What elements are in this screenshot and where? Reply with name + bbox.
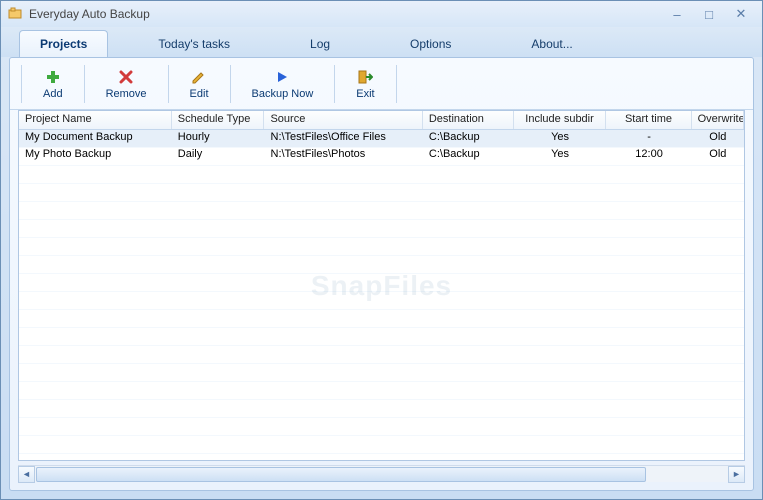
toolbar-separator xyxy=(21,65,22,103)
toolbar-separator xyxy=(230,65,231,103)
close-button[interactable]: ✕ xyxy=(732,7,750,21)
toolbar-separator xyxy=(334,65,335,103)
table-cell: N:\TestFiles\Office Files xyxy=(265,130,423,147)
window-title: Everyday Auto Backup xyxy=(29,7,668,21)
toolbar-separator xyxy=(396,65,397,103)
table-cell: Daily xyxy=(172,147,265,164)
toolbar: Add Remove Edit Backup Now xyxy=(10,58,753,110)
window-controls: – □ ✕ xyxy=(668,7,756,21)
tabstrip: Projects Today's tasks Log Options About… xyxy=(1,27,762,57)
tab-about[interactable]: About... xyxy=(511,31,592,57)
tab-projects[interactable]: Projects xyxy=(19,30,108,57)
table-cell: Yes xyxy=(514,147,607,164)
backup-now-button[interactable]: Backup Now xyxy=(234,66,332,102)
titlebar: Everyday Auto Backup – □ ✕ xyxy=(1,1,762,27)
column-start-time[interactable]: Start time xyxy=(606,111,691,129)
exit-icon xyxy=(356,68,374,86)
column-include-subdir[interactable]: Include subdir xyxy=(514,111,607,129)
table-cell: My Photo Backup xyxy=(19,147,172,164)
toolbar-separator xyxy=(84,65,85,103)
exit-button[interactable]: Exit xyxy=(338,66,392,102)
play-icon xyxy=(273,68,291,86)
table-cell: C:\Backup xyxy=(423,130,514,147)
edit-label: Edit xyxy=(190,88,209,100)
add-button[interactable]: Add xyxy=(25,66,81,102)
table-cell: Old xyxy=(692,147,744,164)
table-cell: Yes xyxy=(514,130,607,147)
backup-now-label: Backup Now xyxy=(252,88,314,100)
app-icon xyxy=(7,6,23,22)
column-schedule-type[interactable]: Schedule Type xyxy=(172,111,265,129)
table-header: Project Name Schedule Type Source Destin… xyxy=(19,111,744,130)
table-cell: - xyxy=(606,130,691,147)
app-window: Everyday Auto Backup – □ ✕ Projects Toda… xyxy=(0,0,763,500)
column-project-name[interactable]: Project Name xyxy=(19,111,172,129)
table-cell: C:\Backup xyxy=(423,147,514,164)
remove-icon xyxy=(117,68,135,86)
tab-options[interactable]: Options xyxy=(390,31,471,57)
scroll-right-button[interactable]: ► xyxy=(728,466,745,483)
minimize-button[interactable]: – xyxy=(668,7,686,21)
scroll-left-button[interactable]: ◄ xyxy=(18,466,35,483)
table-body: My Document BackupHourlyN:\TestFiles\Off… xyxy=(19,130,744,460)
table-cell: My Document Backup xyxy=(19,130,172,147)
projects-table: SnapFiles Project Name Schedule Type Sou… xyxy=(18,110,745,461)
scroll-thumb[interactable] xyxy=(36,467,646,482)
table-cell: Old xyxy=(692,130,744,147)
add-icon xyxy=(44,68,62,86)
table-cell: Hourly xyxy=(172,130,265,147)
maximize-button[interactable]: □ xyxy=(700,7,718,21)
table-row[interactable]: My Document BackupHourlyN:\TestFiles\Off… xyxy=(19,130,744,147)
table-cell: 12:00 xyxy=(606,147,691,164)
column-overwrite[interactable]: Overwrite xyxy=(692,111,744,129)
remove-button[interactable]: Remove xyxy=(88,66,165,102)
add-label: Add xyxy=(43,88,63,100)
edit-button[interactable]: Edit xyxy=(172,66,227,102)
column-source[interactable]: Source xyxy=(264,111,422,129)
table-cell: N:\TestFiles\Photos xyxy=(265,147,423,164)
remove-label: Remove xyxy=(106,88,147,100)
scroll-track[interactable] xyxy=(35,466,728,483)
edit-icon xyxy=(190,68,208,86)
tab-todays-tasks[interactable]: Today's tasks xyxy=(138,31,250,57)
table-row[interactable]: My Photo BackupDailyN:\TestFiles\PhotosC… xyxy=(19,147,744,164)
horizontal-scrollbar[interactable]: ◄ ► xyxy=(18,465,745,482)
toolbar-separator xyxy=(168,65,169,103)
column-destination[interactable]: Destination xyxy=(423,111,514,129)
tab-log[interactable]: Log xyxy=(290,31,350,57)
content-panel: Add Remove Edit Backup Now xyxy=(9,57,754,491)
exit-label: Exit xyxy=(356,88,374,100)
